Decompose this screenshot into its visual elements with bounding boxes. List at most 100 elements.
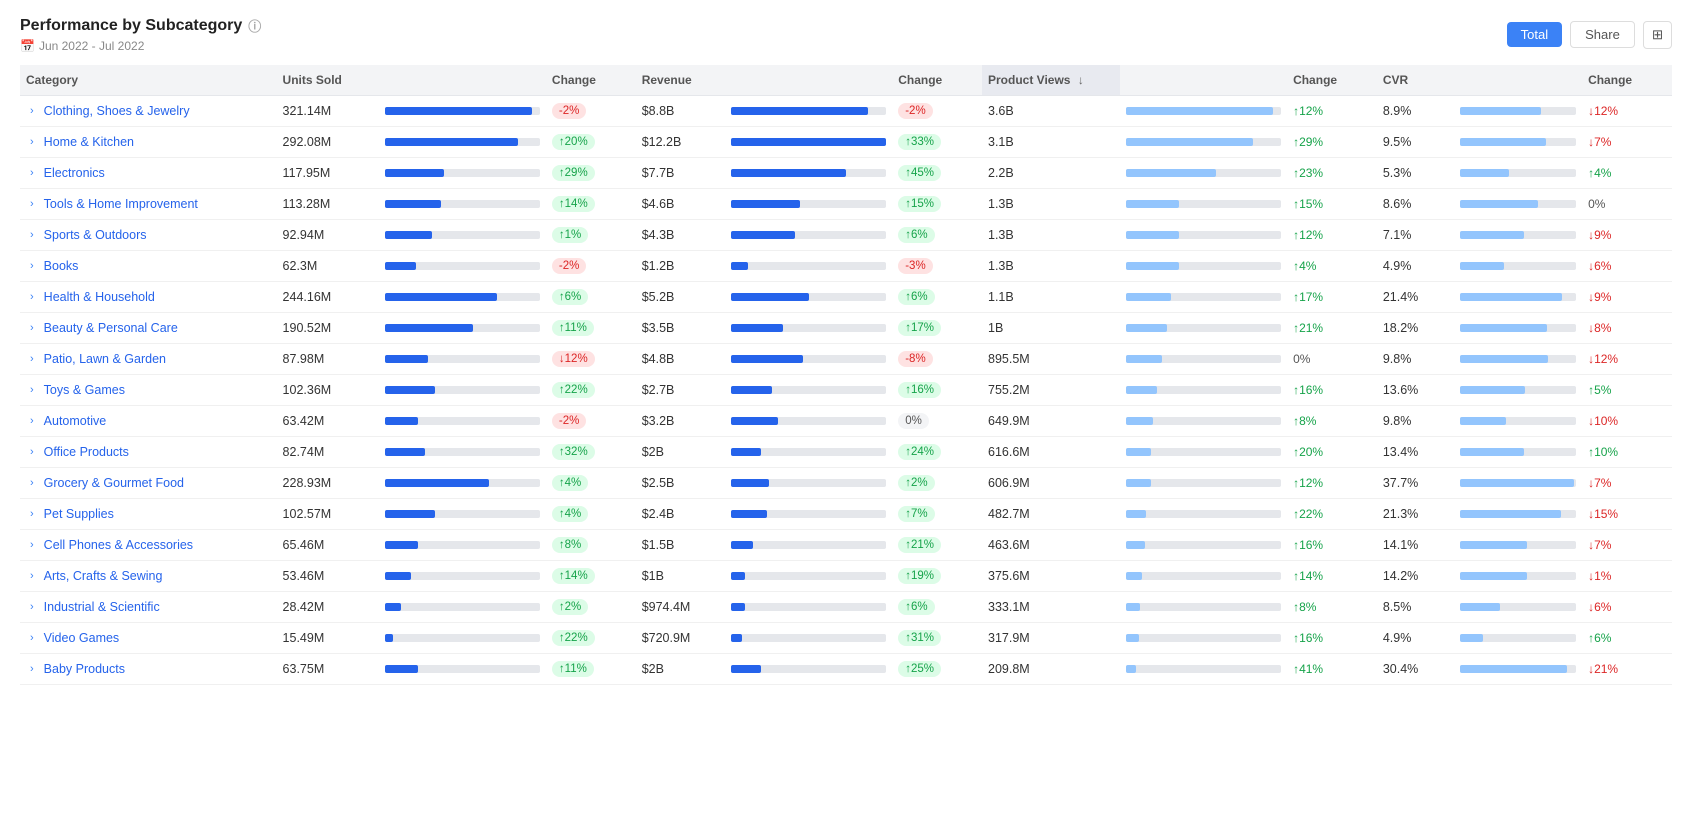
- header: Performance by Subcategory ⓘ 📅 Jun 2022 …: [20, 16, 1672, 53]
- category-name[interactable]: Sports & Outdoors: [44, 228, 147, 242]
- category-name[interactable]: Cell Phones & Accessories: [44, 538, 193, 552]
- pv-bar-cell: [1120, 654, 1287, 685]
- rev-bar-cell: [725, 220, 892, 251]
- bar-fill-light: [1126, 169, 1216, 177]
- expand-button[interactable]: ›: [26, 289, 38, 305]
- expand-button[interactable]: ›: [26, 196, 38, 212]
- expand-button[interactable]: ›: [26, 134, 38, 150]
- share-button[interactable]: Share: [1570, 21, 1635, 48]
- bar-fill: [385, 572, 411, 580]
- category-name[interactable]: Patio, Lawn & Garden: [44, 352, 166, 366]
- pv-bar-cell: [1120, 468, 1287, 499]
- bar-background: [385, 107, 540, 115]
- rev-bar-cell: [725, 282, 892, 313]
- units-sold-cell: 63.42M: [277, 406, 380, 437]
- expand-button[interactable]: ›: [26, 444, 38, 460]
- bar-fill-light: [1460, 448, 1524, 456]
- bar-background: [1460, 541, 1576, 549]
- bar-fill-light: [1126, 200, 1179, 208]
- bar-fill-light: [1460, 231, 1524, 239]
- change-text: ↓7%: [1588, 476, 1611, 490]
- col-header-product-views[interactable]: Product Views ↓: [982, 65, 1120, 96]
- category-name[interactable]: Clothing, Shoes & Jewelry: [44, 104, 190, 118]
- cvr-cell: 18.2%: [1377, 313, 1454, 344]
- category-name[interactable]: Beauty & Personal Care: [44, 321, 178, 335]
- category-name[interactable]: Industrial & Scientific: [44, 600, 160, 614]
- units-change-cell: -2%: [546, 406, 636, 437]
- bar-background: [385, 231, 540, 239]
- bar-background: [1126, 355, 1281, 363]
- expand-button[interactable]: ›: [26, 227, 38, 243]
- units-change-cell: ↑20%: [546, 127, 636, 158]
- expand-button[interactable]: ›: [26, 661, 38, 677]
- expand-button[interactable]: ›: [26, 258, 38, 274]
- bar-fill: [385, 665, 417, 673]
- cvr-change-cell: ↑4%: [1582, 158, 1672, 189]
- units-sold-cell: 53.46M: [277, 561, 380, 592]
- category-name[interactable]: Home & Kitchen: [44, 135, 134, 149]
- col-header-pv-change: Change: [1287, 65, 1377, 96]
- expand-button[interactable]: ›: [26, 382, 38, 398]
- category-name[interactable]: Video Games: [44, 631, 120, 645]
- table-row: › Arts, Crafts & Sewing 53.46M ↑14% $1B …: [20, 561, 1672, 592]
- rev-change-cell: ↑6%: [892, 220, 982, 251]
- change-badge: ↑6%: [552, 289, 588, 305]
- rev-bar-cell: [725, 251, 892, 282]
- expand-button[interactable]: ›: [26, 599, 38, 615]
- category-name[interactable]: Office Products: [44, 445, 129, 459]
- category-name[interactable]: Health & Household: [44, 290, 155, 304]
- info-icon[interactable]: ⓘ: [248, 16, 261, 35]
- export-button[interactable]: ⊞: [1643, 21, 1672, 49]
- cvr-cell: 21.3%: [1377, 499, 1454, 530]
- expand-button[interactable]: ›: [26, 630, 38, 646]
- cvr-bar-cell: [1454, 189, 1582, 220]
- pv-label: Product Views: [988, 73, 1070, 87]
- rev-bar-cell: [725, 189, 892, 220]
- bar-fill: [385, 479, 489, 487]
- category-name[interactable]: Toys & Games: [44, 383, 125, 397]
- category-name[interactable]: Arts, Crafts & Sewing: [44, 569, 163, 583]
- bar-fill-light: [1460, 138, 1546, 146]
- category-name[interactable]: Baby Products: [44, 662, 125, 676]
- category-name[interactable]: Pet Supplies: [44, 507, 114, 521]
- expand-button[interactable]: ›: [26, 475, 38, 491]
- revenue-cell: $4.6B: [636, 189, 726, 220]
- category-cell: › Patio, Lawn & Garden: [20, 344, 277, 375]
- change-text: ↑12%: [1293, 228, 1323, 242]
- expand-button[interactable]: ›: [26, 103, 38, 119]
- cvr-change-cell: ↑6%: [1582, 623, 1672, 654]
- expand-button[interactable]: ›: [26, 568, 38, 584]
- product-views-cell: 3.6B: [982, 96, 1120, 127]
- category-name[interactable]: Automotive: [44, 414, 107, 428]
- change-badge: ↑20%: [552, 134, 595, 150]
- pv-change-cell: ↑8%: [1287, 406, 1377, 437]
- pv-bar-cell: [1120, 282, 1287, 313]
- cvr-cell: 30.4%: [1377, 654, 1454, 685]
- bar-background: [385, 572, 540, 580]
- expand-button[interactable]: ›: [26, 320, 38, 336]
- bar-fill-light: [1460, 634, 1483, 642]
- change-badge: ↑22%: [552, 382, 595, 398]
- bar-fill-light: [1460, 603, 1501, 611]
- category-name[interactable]: Books: [44, 259, 79, 273]
- cvr-cell: 14.2%: [1377, 561, 1454, 592]
- cvr-cell: 8.5%: [1377, 592, 1454, 623]
- cvr-bar-cell: [1454, 530, 1582, 561]
- category-name[interactable]: Electronics: [44, 166, 105, 180]
- units-sold-cell: 244.16M: [277, 282, 380, 313]
- rev-bar-cell: [725, 654, 892, 685]
- expand-button[interactable]: ›: [26, 506, 38, 522]
- expand-button[interactable]: ›: [26, 413, 38, 429]
- bar-background: [1126, 200, 1281, 208]
- expand-button[interactable]: ›: [26, 351, 38, 367]
- bar-background: [1460, 355, 1576, 363]
- category-name[interactable]: Grocery & Gourmet Food: [44, 476, 184, 490]
- expand-button[interactable]: ›: [26, 165, 38, 181]
- change-text: ↓7%: [1588, 538, 1611, 552]
- pv-change-cell: ↑17%: [1287, 282, 1377, 313]
- bar-background: [1460, 572, 1576, 580]
- category-name[interactable]: Tools & Home Improvement: [44, 197, 198, 211]
- total-button[interactable]: Total: [1507, 22, 1562, 47]
- expand-button[interactable]: ›: [26, 537, 38, 553]
- bar-background: [1126, 634, 1281, 642]
